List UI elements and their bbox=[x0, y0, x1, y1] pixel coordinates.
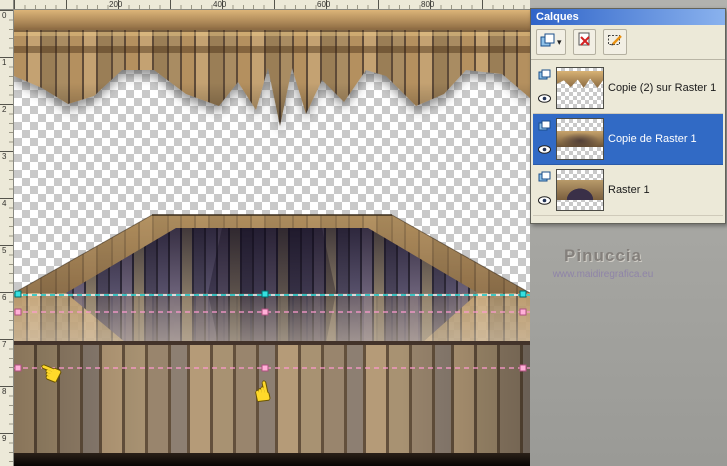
layer-row[interactable]: Copie (2) sur Raster 1 bbox=[533, 63, 723, 114]
chevron-down-icon: ▾ bbox=[557, 36, 562, 47]
edit-selection-button[interactable] bbox=[602, 29, 627, 55]
ruler-label: 200 bbox=[109, 0, 123, 9]
ruler-label: 0 bbox=[2, 11, 7, 20]
layers-palette: Calques ▾ Copie (2) sur Raster 1 Copie d… bbox=[530, 8, 726, 224]
layer-list: Copie (2) sur Raster 1 Copie de Raster 1… bbox=[531, 60, 725, 223]
layer-type-icon bbox=[538, 68, 551, 86]
delete-layer-button[interactable] bbox=[572, 29, 596, 55]
new-layer-icon bbox=[540, 33, 555, 52]
watermark-url: www.maidiregrafica.eu bbox=[552, 269, 654, 280]
horizontal-ruler: 200 400 600 800 bbox=[14, 0, 530, 10]
vertical-ruler bbox=[0, 10, 14, 466]
ruler-label: 800 bbox=[421, 0, 435, 9]
ruler-label: 400 bbox=[213, 0, 227, 9]
delete-layer-icon bbox=[577, 32, 592, 52]
layer-type-icon bbox=[538, 170, 551, 188]
ruler-label: 600 bbox=[317, 0, 331, 9]
watermark-name: Pinuccia bbox=[564, 246, 642, 265]
app-window: 200 400 600 800 0 1 2 3 4 5 6 7 8 9 ☚ ☚ … bbox=[0, 0, 727, 466]
floor-planks bbox=[14, 341, 530, 466]
visibility-eye-icon[interactable] bbox=[537, 90, 551, 108]
layer-name: Raster 1 bbox=[608, 184, 650, 196]
ruler-label: 7 bbox=[2, 340, 7, 349]
visibility-eye-icon[interactable] bbox=[537, 141, 551, 159]
ruler-label: 8 bbox=[2, 387, 7, 396]
layers-palette-toolbar: ▾ bbox=[531, 25, 725, 60]
layer-name: Copie (2) sur Raster 1 bbox=[608, 82, 717, 94]
ruler-label: 2 bbox=[2, 105, 7, 114]
layer-name: Copie de Raster 1 bbox=[608, 133, 697, 145]
layer-thumbnail bbox=[556, 67, 604, 109]
layer-thumbnail bbox=[556, 118, 604, 160]
layer-type-icon bbox=[538, 119, 551, 137]
layer-row[interactable]: Raster 1 bbox=[533, 165, 723, 216]
ruler-label: 1 bbox=[2, 58, 7, 67]
watermark: Pinuccia www.maidiregrafica.eu bbox=[533, 246, 673, 280]
edit-selection-icon bbox=[607, 32, 623, 52]
layer-row-selected[interactable]: Copie de Raster 1 bbox=[533, 114, 723, 165]
ruler-label: 6 bbox=[2, 293, 7, 302]
reflection-band bbox=[14, 293, 530, 343]
ruler-major-ticks bbox=[14, 0, 530, 9]
ruler-major-ticks bbox=[0, 10, 13, 466]
layers-palette-title: Calques bbox=[536, 11, 579, 23]
new-layer-button[interactable]: ▾ bbox=[536, 29, 566, 55]
ruler-label: 3 bbox=[2, 152, 7, 161]
layer-thumbnail bbox=[556, 169, 604, 211]
ruler-corner bbox=[0, 0, 14, 10]
ruler-label: 9 bbox=[2, 434, 7, 443]
ruler-label: 5 bbox=[2, 246, 7, 255]
ruler-label: 4 bbox=[2, 199, 7, 208]
layers-palette-titlebar[interactable]: Calques bbox=[531, 9, 725, 25]
visibility-eye-icon[interactable] bbox=[537, 192, 551, 210]
